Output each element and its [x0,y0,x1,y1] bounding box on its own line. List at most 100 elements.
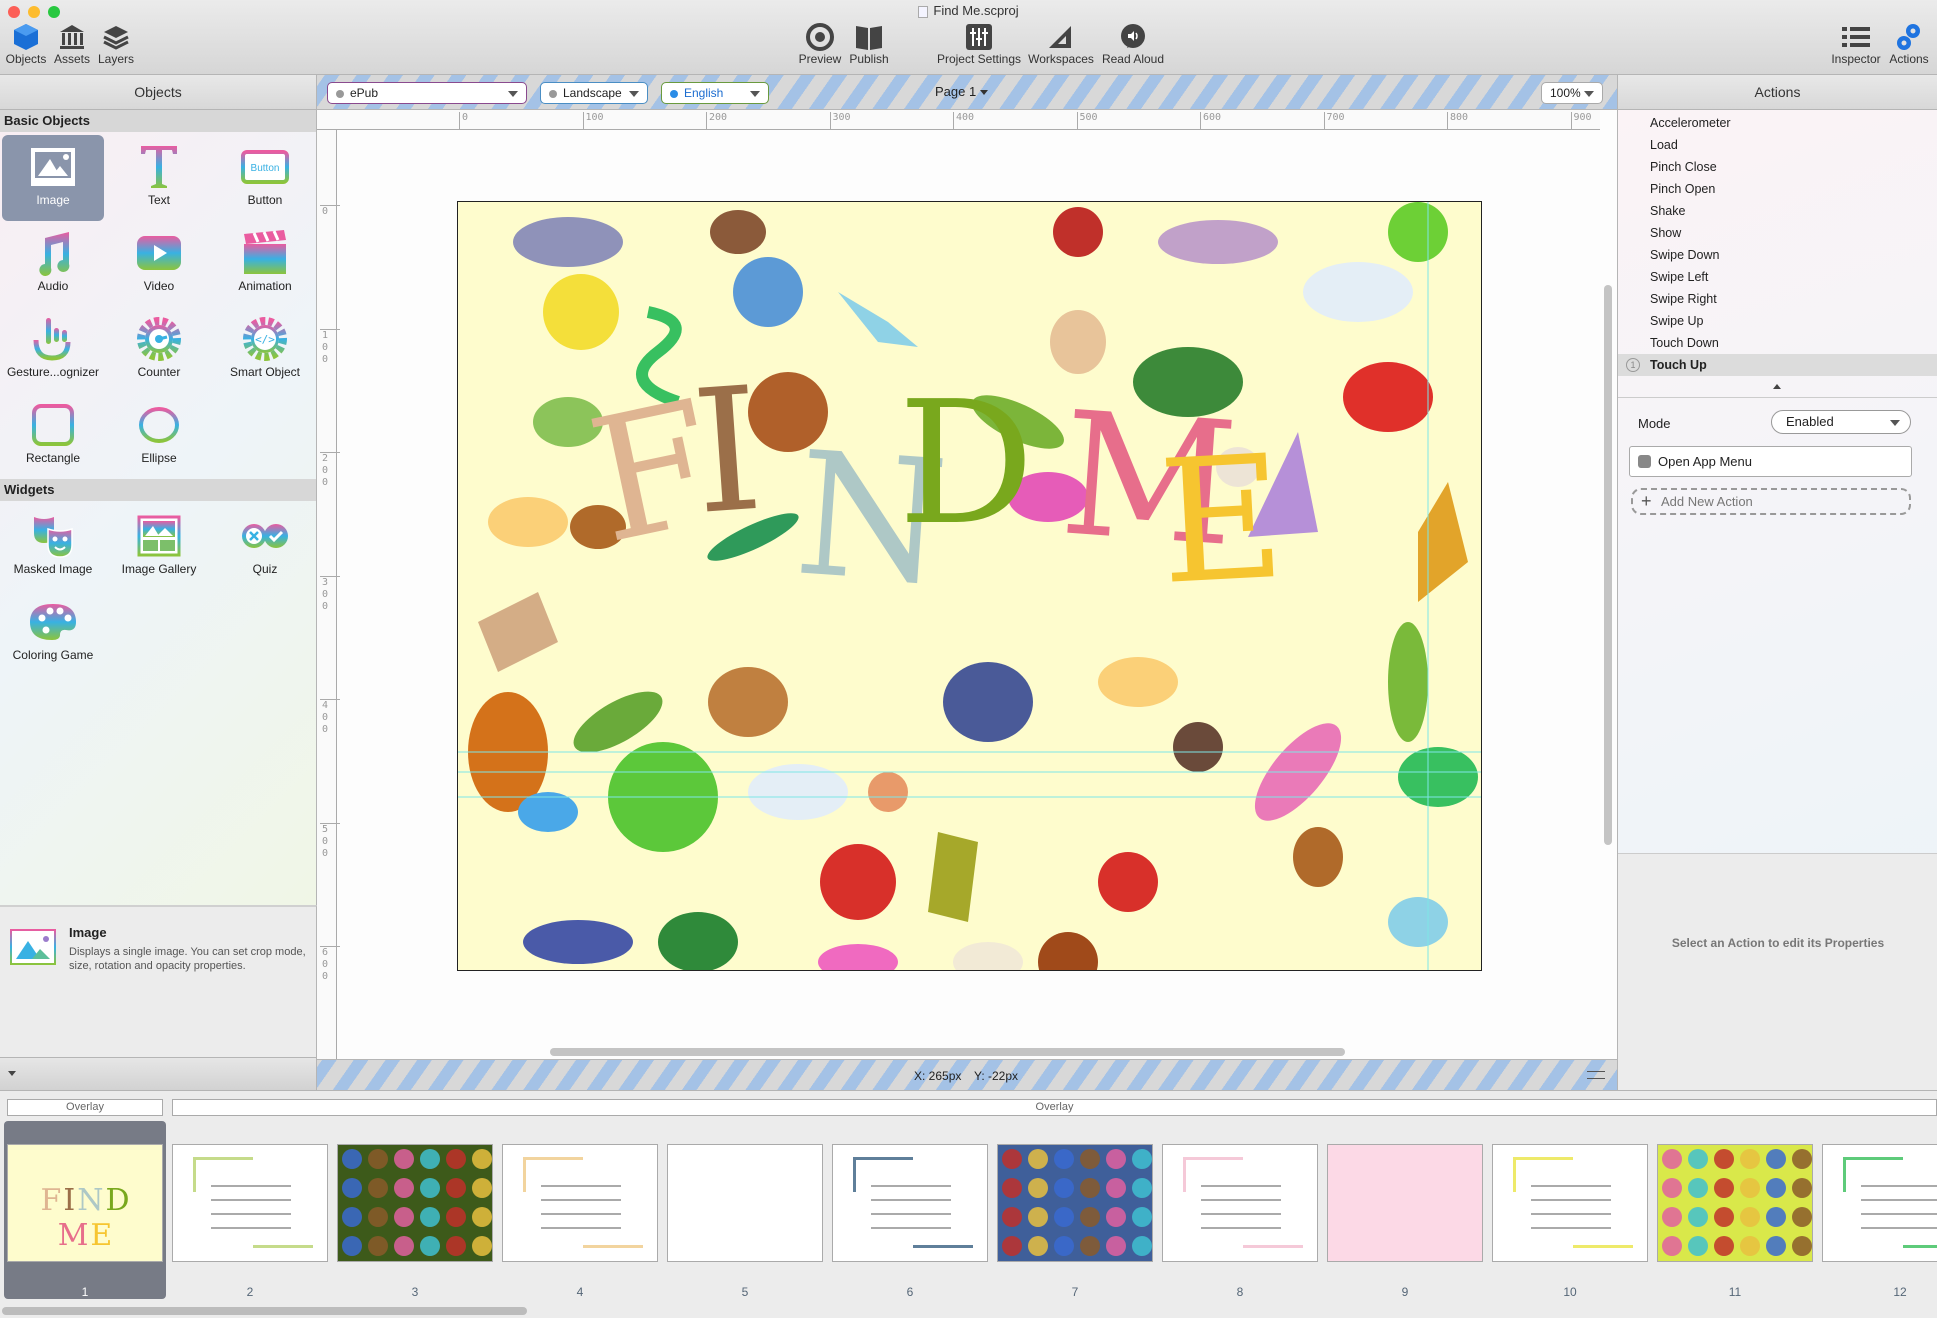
event-item[interactable]: Swipe Up [1618,310,1937,332]
text-line [541,1185,621,1187]
window-title: Find Me.scproj [0,3,1937,18]
toolbar-inspector-button[interactable]: Inspector [1828,22,1884,66]
chevron-down-icon [750,91,760,97]
widget-image-gallery[interactable]: Image Gallery [108,504,210,590]
book-icon [856,26,882,50]
overlay-left-label[interactable]: Overlay [7,1099,163,1116]
event-item[interactable]: Swipe Down [1618,244,1937,266]
pattern-shape [1132,1236,1152,1256]
page-thumbnail[interactable] [1657,1144,1813,1262]
orientation-dropdown[interactable]: Landscape [540,82,648,104]
cursor-x-readout: X: 265px [914,1069,962,1083]
object-image[interactable]: Image [2,135,104,221]
event-item[interactable]: Swipe Left [1618,266,1937,288]
objects-panel: Basic Objects Image Text Button Button Au… [0,110,317,905]
widget-coloring-game[interactable]: Coloring Game [2,590,104,676]
ruler-x-tick-label: 600 [1200,112,1221,130]
pattern-shape [1132,1178,1152,1198]
page-thumbnail[interactable] [1492,1144,1648,1262]
pattern-shape [1766,1236,1786,1256]
text-line [871,1213,951,1215]
event-item[interactable]: 1 Touch Up [1618,354,1937,376]
toolbar-read-aloud-button[interactable]: Read Aloud [1098,22,1168,66]
event-item[interactable]: Show [1618,222,1937,244]
toolbar-preview-button[interactable]: Preview [798,22,842,66]
mode-dropdown[interactable]: Enabled [1771,410,1911,434]
page-canvas[interactable]: FINDME [457,201,1482,971]
horizontal-scrollbar[interactable] [550,1048,1345,1056]
object-text[interactable]: Text [108,135,210,221]
event-item[interactable]: Shake [1618,200,1937,222]
title-letter: D [898,365,1034,563]
page-thumbnail[interactable] [1822,1144,1937,1262]
canvas-status-bar: X: 265px Y: -22px [317,1059,1617,1090]
language-dropdown[interactable]: English [661,82,769,104]
pattern-shape [1106,1207,1126,1227]
event-item[interactable]: Touch Down [1618,332,1937,354]
page-thumbnail[interactable] [172,1144,328,1262]
border-decoration [1903,1245,1937,1248]
collapse-events-button[interactable] [1618,376,1937,398]
filmstrip-scrollbar[interactable] [2,1307,527,1315]
object-audio[interactable]: Audio [2,221,104,307]
add-new-action-button[interactable]: + Add New Action [1631,488,1911,515]
page-thumbnail[interactable] [997,1144,1153,1262]
event-item[interactable]: Load [1618,134,1937,156]
toolbar-publish-button[interactable]: Publish [846,22,892,66]
page-thumbnail[interactable] [1327,1144,1483,1262]
border-decoration [523,1157,526,1192]
toolbar-layers-button[interactable]: Layers [96,22,136,66]
page-thumbnail[interactable]: FIND ME [7,1144,163,1262]
text-line [541,1227,621,1229]
widget-masked-image[interactable]: Masked Image [2,504,104,590]
text-line [1201,1227,1281,1229]
pattern-shape [368,1207,388,1227]
pattern-shape [1766,1207,1786,1227]
page-thumbnail[interactable] [1162,1144,1318,1262]
pattern-shape [1080,1207,1100,1227]
page-thumbnail[interactable] [667,1144,823,1262]
object-video[interactable]: Video [108,221,210,307]
overlay-main-label[interactable]: Overlay [172,1099,1937,1116]
vertical-scrollbar[interactable] [1604,285,1612,845]
object-rectangle[interactable]: Rectangle [2,393,104,479]
find-me-title: FI ND ME [575,351,1289,624]
resize-handle-icon[interactable] [1587,1071,1605,1079]
object-counter[interactable]: Counter [108,307,210,393]
toolbar-project-settings-button[interactable]: Project Settings [934,22,1024,66]
page-selector[interactable]: Page 1 [935,84,988,99]
event-item[interactable]: Pinch Close [1618,156,1937,178]
pattern-shape [1792,1149,1812,1169]
zoom-dropdown[interactable]: 100% [1541,82,1603,104]
status-dot [549,89,557,98]
decorations [468,202,1478,970]
object-animation[interactable]: Animation [214,221,316,307]
toolbar-workspaces-button[interactable]: Workspaces [1026,22,1096,66]
pattern-shape [1002,1207,1022,1227]
text-line [1861,1213,1937,1215]
toolbar-actions-button[interactable]: Actions [1884,22,1934,66]
object-button[interactable]: Button Button [214,135,316,221]
action-item-open-app-menu[interactable]: Open App Menu [1629,446,1912,477]
toolbar-assets-button[interactable]: Assets [52,22,92,66]
text-line [211,1185,291,1187]
status-dot [336,89,344,98]
page-thumbnail[interactable] [337,1144,493,1262]
widget-quiz[interactable]: Quiz [214,504,316,590]
bank-icon [60,25,84,49]
toolbar-objects-button[interactable]: Objects [4,22,48,66]
text-line [1531,1213,1611,1215]
disclosure-triangle-icon[interactable] [8,1071,16,1076]
ruler-y-tick-label: 1 0 0 [320,328,340,366]
object-smart-object[interactable]: </> Smart Object [214,307,316,393]
event-item[interactable]: Swipe Right [1618,288,1937,310]
page-thumbnail[interactable] [502,1144,658,1262]
event-item[interactable]: Accelerometer [1618,112,1937,134]
pattern-shape [1688,1178,1708,1198]
object-gesture-recognizer[interactable]: Gesture...ognizer [2,307,104,393]
object-ellipse[interactable]: Ellipse [108,393,210,479]
format-dropdown[interactable]: ePub [327,82,527,104]
title-letter: I [687,351,768,553]
page-thumbnail[interactable] [832,1144,988,1262]
event-item[interactable]: Pinch Open [1618,178,1937,200]
